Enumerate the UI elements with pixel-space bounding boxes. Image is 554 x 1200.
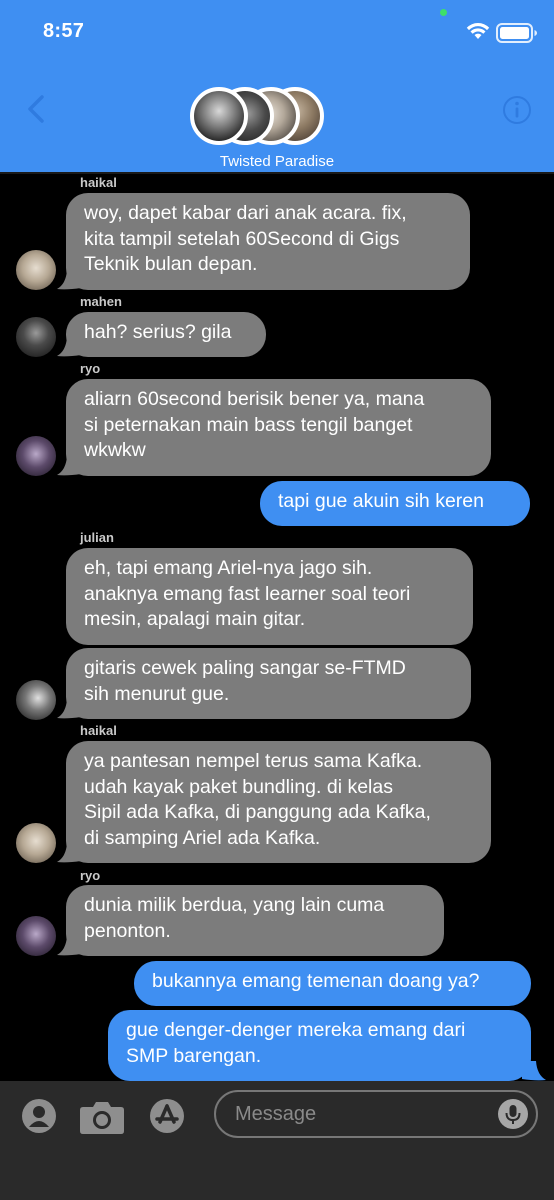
group-avatar-1	[190, 87, 248, 145]
message-bubble-incoming[interactable]: gitaris cewek paling sangar se-FTMD sih …	[66, 648, 471, 719]
chat-header: 8:57 Twisted Paradise	[0, 0, 554, 172]
avatar-ryo[interactable]	[16, 436, 56, 476]
group-name[interactable]: Twisted Paradise	[0, 153, 554, 170]
bubble-tail	[57, 699, 81, 719]
wifi-icon	[466, 23, 490, 39]
avatar-haikal[interactable]	[16, 250, 56, 290]
microphone-icon	[505, 1105, 521, 1124]
sender-name: ryo	[80, 361, 101, 376]
sender-name: haikal	[80, 723, 117, 738]
camera-indicator-dot	[440, 9, 447, 16]
sender-name: julian	[80, 530, 114, 545]
camera-icon[interactable]	[79, 1099, 125, 1135]
bubble-tail	[57, 936, 81, 956]
avatar-haikal[interactable]	[16, 823, 56, 863]
avatar-ryo[interactable]	[16, 916, 56, 956]
message-bubble-outgoing[interactable]: bukannya emang temenan doang ya?	[134, 961, 531, 1006]
sender-name: haikal	[80, 175, 117, 190]
header-divider	[0, 172, 554, 174]
bubble-tail	[57, 456, 81, 476]
message-bubble-outgoing[interactable]: tapi gue akuin sih keren	[260, 481, 530, 526]
status-time: 8:57	[43, 20, 85, 42]
message-bubble-incoming[interactable]: aliarn 60second berisik bener ya, mana s…	[66, 379, 491, 476]
group-avatars[interactable]	[190, 87, 324, 147]
bubble-tail	[57, 337, 81, 357]
battery-icon	[496, 23, 537, 43]
message-input[interactable]: Message	[214, 1090, 538, 1138]
bubble-tail	[57, 270, 81, 290]
bubble-tail	[522, 1061, 546, 1081]
app-store-icon[interactable]	[149, 1098, 185, 1134]
info-icon[interactable]	[502, 95, 532, 125]
message-input-placeholder: Message	[235, 1103, 317, 1125]
avatar-mahen[interactable]	[16, 317, 56, 357]
message-bubble-incoming[interactable]: woy, dapet kabar dari anak acara. fix, k…	[66, 193, 470, 290]
sender-name: ryo	[80, 868, 101, 883]
sender-name: mahen	[80, 294, 122, 309]
avatar-icon[interactable]	[21, 1098, 57, 1134]
message-bubble-outgoing[interactable]: gue denger-denger mereka emang dari SMP …	[108, 1010, 531, 1081]
microphone-button[interactable]	[498, 1099, 528, 1129]
message-composer: Message	[0, 1081, 554, 1200]
message-bubble-incoming[interactable]: ya pantesan nempel terus sama Kafka. uda…	[66, 741, 491, 863]
avatar-julian[interactable]	[16, 680, 56, 720]
back-chevron-icon[interactable]	[24, 94, 46, 124]
message-bubble-incoming[interactable]: eh, tapi emang Ariel-nya jago sih. anakn…	[66, 548, 473, 645]
message-bubble-incoming[interactable]: dunia milik berdua, yang lain cuma penon…	[66, 885, 444, 956]
message-bubble-incoming[interactable]: hah? serius? gila	[66, 312, 266, 357]
bubble-tail	[57, 843, 81, 863]
